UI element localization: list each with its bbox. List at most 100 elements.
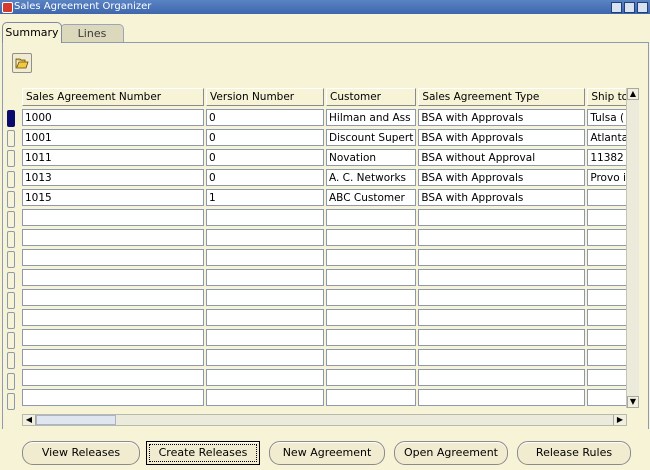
record-indicator[interactable] [7,332,15,350]
cell-version-number[interactable] [206,209,324,226]
scroll-down-icon[interactable]: ▼ [627,396,639,408]
cell-customer[interactable]: Hilman and Ass [326,109,417,126]
column-header-customer[interactable]: Customer [326,88,417,106]
cell-sales-agreement-type[interactable]: BSA with Approvals [418,129,586,146]
table-row[interactable] [22,389,636,406]
cell-sales-agreement-number[interactable] [22,329,204,346]
cell-version-number[interactable] [206,249,324,266]
view-releases-button[interactable]: View Releases [22,441,140,465]
cell-sales-agreement-type[interactable] [418,349,586,366]
cell-version-number[interactable]: 0 [206,149,324,166]
table-row[interactable] [22,209,636,226]
cell-version-number[interactable] [206,369,324,386]
cell-sales-agreement-number[interactable] [22,249,204,266]
cell-version-number[interactable] [206,269,324,286]
cell-customer[interactable]: A. C. Networks [326,169,417,186]
cell-version-number[interactable]: 0 [206,129,324,146]
cell-sales-agreement-type[interactable] [418,309,586,326]
column-header-sales-agreement-type[interactable]: Sales Agreement Type [418,88,586,106]
record-indicator[interactable] [7,312,15,329]
scroll-right-icon[interactable]: ▶ [613,415,626,425]
minimize-icon[interactable] [611,2,622,13]
vertical-scrollbar[interactable]: ▲ ▼ [626,88,639,408]
cell-sales-agreement-type[interactable] [418,329,586,346]
open-agreement-button[interactable]: Open Agreement [394,441,508,465]
cell-sales-agreement-number[interactable] [22,209,204,226]
tab-summary[interactable]: Summary [2,22,62,43]
close-icon[interactable] [637,2,648,13]
cell-customer[interactable] [326,369,417,386]
cell-sales-agreement-number[interactable]: 1001 [22,129,204,146]
cell-sales-agreement-number[interactable]: 1015 [22,189,204,206]
cell-customer[interactable] [326,289,417,306]
cell-customer[interactable] [326,209,417,226]
record-indicator[interactable] [7,211,15,228]
cell-customer[interactable] [326,309,417,326]
cell-sales-agreement-type[interactable]: BSA without Approval [418,149,586,166]
cell-sales-agreement-type[interactable] [418,289,586,306]
horizontal-scroll-thumb[interactable] [36,415,116,425]
cell-sales-agreement-number[interactable] [22,289,204,306]
table-row[interactable] [22,249,636,266]
record-indicator[interactable] [7,271,15,289]
cell-sales-agreement-number[interactable] [22,349,204,366]
record-indicator[interactable] [7,170,15,188]
cell-version-number[interactable] [206,389,324,406]
horizontal-scrollbar[interactable]: ◀ ▶ [22,414,627,426]
cell-sales-agreement-number[interactable] [22,369,204,386]
cell-customer[interactable] [326,389,417,406]
cell-customer[interactable] [326,329,417,346]
new-agreement-button[interactable]: New Agreement [269,441,385,465]
table-row[interactable] [22,309,636,326]
cell-customer[interactable] [326,229,417,246]
cell-customer[interactable]: Novation [326,149,417,166]
cell-version-number[interactable] [206,289,324,306]
record-indicator[interactable] [7,130,15,148]
open-folder-button[interactable] [12,53,32,73]
record-indicator[interactable] [7,251,15,269]
record-indicator[interactable] [7,231,15,249]
table-row[interactable]: 1001 0 Discount Supert BSA with Approvals At… [22,129,636,146]
cell-sales-agreement-number[interactable]: 1011 [22,149,204,166]
table-row[interactable]: 1011 0 Novation BSA without Approval 11382 [22,149,636,166]
column-header-sales-agreement-number[interactable]: Sales Agreement Number [22,88,204,106]
cell-sales-agreement-number[interactable] [22,389,204,406]
cell-customer[interactable] [326,269,417,286]
cell-customer[interactable] [326,249,417,266]
cell-sales-agreement-type[interactable]: BSA with Approvals [418,189,586,206]
cell-sales-agreement-type[interactable] [418,229,586,246]
cell-sales-agreement-number[interactable] [22,269,204,286]
record-indicator[interactable] [7,291,15,309]
record-indicator[interactable] [7,392,15,410]
record-indicator[interactable] [7,190,15,208]
current-record-indicator[interactable] [7,110,15,127]
cell-version-number[interactable]: 1 [206,189,324,206]
cell-sales-agreement-type[interactable] [418,269,586,286]
cell-version-number[interactable] [206,329,324,346]
tab-lines[interactable]: Lines [60,24,124,42]
cell-sales-agreement-number[interactable]: 1013 [22,169,204,186]
record-indicator[interactable] [7,352,15,370]
cell-customer[interactable] [326,349,417,366]
cell-sales-agreement-type[interactable]: BSA with Approvals [418,169,586,186]
table-row[interactable]: 1013 0 A. C. Networks BSA with Approvals Pro… [22,169,636,186]
cell-sales-agreement-type[interactable] [418,389,586,406]
cell-customer[interactable]: Discount Supert [326,129,417,146]
table-row[interactable]: 1000 0 Hilman and Ass BSA with Approvals Tul… [22,109,636,126]
scroll-left-icon[interactable]: ◀ [23,415,36,425]
cell-customer[interactable]: ABC Customer [326,189,417,206]
table-row[interactable] [22,369,636,386]
cell-sales-agreement-type[interactable] [418,369,586,386]
cell-sales-agreement-type[interactable]: BSA with Approvals [418,109,586,126]
table-row[interactable] [22,289,636,306]
record-indicator[interactable] [7,372,15,390]
create-releases-button[interactable]: Create Releases [146,441,260,465]
cell-version-number[interactable] [206,229,324,246]
cell-sales-agreement-number[interactable]: 1000 [22,109,204,126]
table-row[interactable]: 1015 1 ABC Customer BSA with Approvals [22,189,636,206]
table-row[interactable] [22,329,636,346]
cell-version-number[interactable]: 0 [206,109,324,126]
cell-version-number[interactable]: 0 [206,169,324,186]
cell-version-number[interactable] [206,309,324,326]
cell-version-number[interactable] [206,349,324,366]
